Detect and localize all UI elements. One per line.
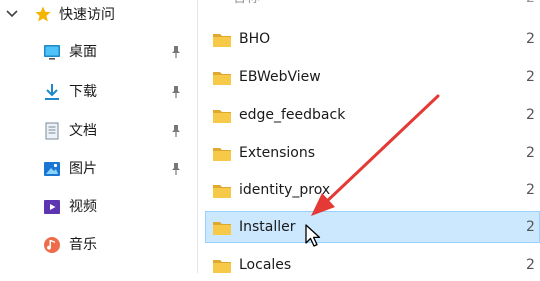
mouse-cursor-icon: [305, 224, 321, 247]
annotation-arrow-icon: [311, 94, 440, 216]
